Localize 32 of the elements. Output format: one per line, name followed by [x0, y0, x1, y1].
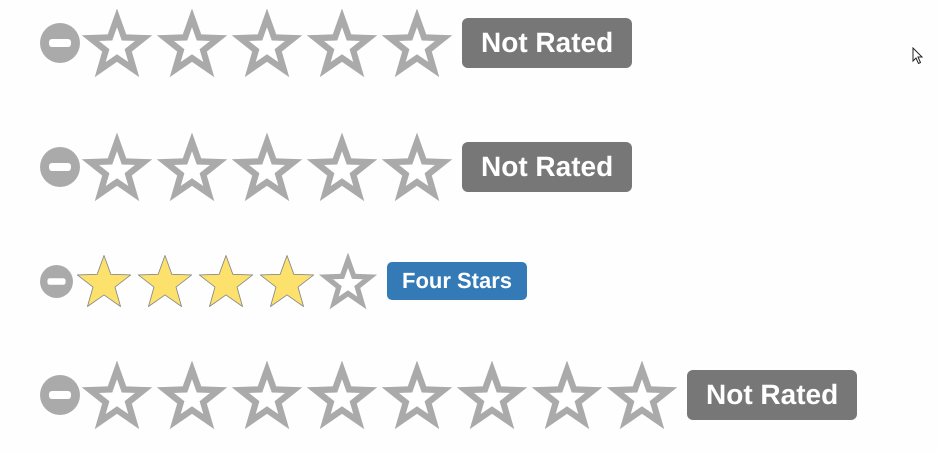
empty-star-icon[interactable] — [82, 9, 152, 77]
empty-star-icon[interactable] — [457, 361, 527, 429]
mouse-cursor-icon — [912, 47, 924, 65]
empty-star-icon[interactable] — [82, 361, 152, 429]
filled-star-icon[interactable] — [258, 253, 316, 309]
empty-star-icon[interactable] — [157, 133, 227, 201]
clear-rating-icon[interactable] — [40, 375, 80, 415]
empty-star-icon[interactable] — [232, 9, 302, 77]
empty-star-icon[interactable] — [307, 361, 377, 429]
empty-star-icon[interactable] — [382, 9, 452, 77]
filled-star-icon[interactable] — [136, 253, 194, 309]
rating-label: Four Stars — [387, 262, 528, 300]
empty-star-icon[interactable] — [157, 9, 227, 77]
empty-star-icon[interactable] — [232, 361, 302, 429]
filled-star-icon[interactable] — [75, 253, 133, 309]
empty-star-icon[interactable] — [82, 133, 152, 201]
empty-star-icon[interactable] — [307, 9, 377, 77]
empty-star-icon[interactable] — [232, 133, 302, 201]
empty-star-icon[interactable] — [382, 133, 452, 201]
empty-star-icon[interactable] — [382, 361, 452, 429]
clear-rating-icon[interactable] — [40, 23, 80, 63]
empty-star-icon[interactable] — [319, 253, 377, 309]
empty-star-icon[interactable] — [607, 361, 677, 429]
empty-star-icon[interactable] — [307, 133, 377, 201]
empty-star-icon[interactable] — [157, 361, 227, 429]
clear-rating-icon[interactable] — [40, 264, 73, 298]
rating-label: Not Rated — [687, 370, 858, 420]
rating-label: Not Rated — [462, 18, 632, 68]
clear-rating-icon[interactable] — [40, 147, 80, 187]
rating-label: Not Rated — [462, 142, 632, 192]
filled-star-icon[interactable] — [197, 253, 255, 309]
empty-star-icon[interactable] — [532, 361, 602, 429]
